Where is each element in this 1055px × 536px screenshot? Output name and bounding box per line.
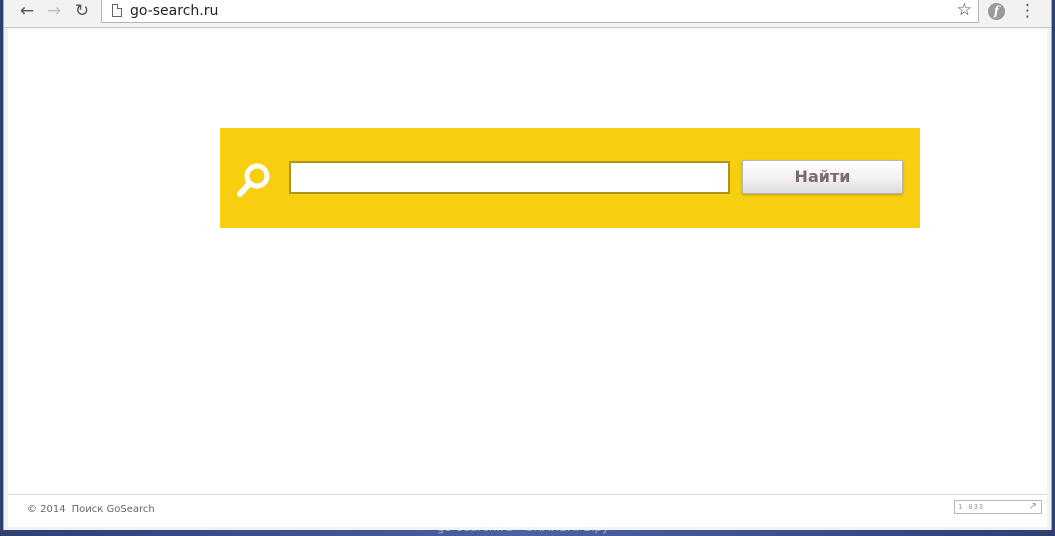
footer-brand-link[interactable]: Поиск GoSearch — [72, 504, 155, 515]
back-button[interactable]: ← — [15, 2, 39, 22]
address-bar-url[interactable]: go-search.ru — [130, 1, 218, 21]
desktop-window: ← → ↻ go-search.ru ☆ f ⋮ Найти © 2014 По… — [0, 0, 1055, 536]
bookmark-star-icon[interactable]: ☆ — [957, 0, 972, 20]
search-panel: Найти — [220, 128, 920, 228]
reload-button[interactable]: ↻ — [70, 2, 94, 22]
forward-button[interactable]: → — [42, 2, 66, 22]
arrow-up-right-icon: ↗ — [1028, 501, 1037, 512]
search-button[interactable]: Найти — [742, 160, 903, 194]
reload-icon: ↻ — [74, 1, 90, 21]
arrow-right-icon: → — [46, 1, 62, 21]
more-vertical-icon: ⋮ — [1019, 1, 1036, 21]
browser-menu-button[interactable]: ⋮ — [1019, 1, 1036, 22]
extension-icon[interactable]: f — [988, 3, 1005, 20]
browser-window: ← → ↻ go-search.ru ☆ f ⋮ Найти © 2014 По… — [3, 0, 1052, 530]
address-bar[interactable]: go-search.ru ☆ — [101, 0, 979, 23]
arrow-left-icon: ← — [19, 1, 35, 21]
browser-toolbar: ← → ↻ go-search.ru ☆ f ⋮ — [4, 0, 1051, 28]
footer-copyright: © 2014 Поиск GoSearch — [27, 504, 155, 515]
visit-counter-badge[interactable]: 1 033 ↗ — [954, 500, 1042, 514]
magnifier-icon — [237, 163, 270, 197]
copyright-year: © 2014 — [27, 504, 66, 515]
page-viewport: Найти © 2014 Поиск GoSearch 1 033 ↗ — [8, 29, 1048, 527]
window-edge — [1047, 29, 1051, 527]
counter-value: 1 033 — [958, 503, 985, 511]
watermark-text: go-search.ru - СПАЙВАРЕ.ру — [437, 520, 610, 534]
search-input[interactable] — [289, 161, 730, 194]
page-icon — [112, 4, 122, 17]
